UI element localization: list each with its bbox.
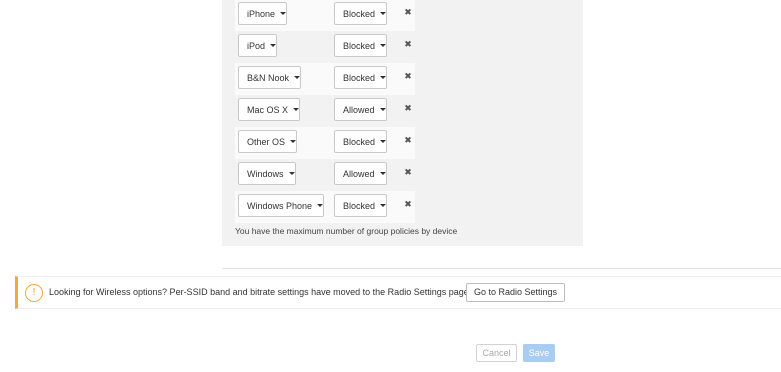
close-icon[interactable]: ✖ bbox=[403, 199, 413, 211]
policy-row: B&N Nook Blocked ✖ bbox=[235, 63, 415, 95]
wireless-options-notice: ! Looking for Wireless options? Per-SSID… bbox=[15, 276, 781, 309]
caret-down-icon bbox=[379, 108, 386, 111]
save-button[interactable]: Save bbox=[523, 344, 555, 362]
policy-label: Blocked bbox=[343, 200, 376, 211]
close-icon[interactable]: ✖ bbox=[403, 135, 413, 147]
close-icon[interactable]: ✖ bbox=[403, 39, 413, 51]
caret-down-icon bbox=[270, 44, 277, 47]
policy-dropdown[interactable]: Blocked bbox=[334, 2, 388, 25]
policy-row: Mac OS X Allowed ✖ bbox=[235, 95, 415, 127]
policy-dropdown[interactable]: Blocked bbox=[334, 66, 388, 89]
device-dropdown[interactable]: B&N Nook bbox=[238, 66, 302, 89]
policy-dropdown[interactable]: Allowed bbox=[334, 98, 387, 121]
device-label: Windows bbox=[247, 168, 284, 179]
policy-dropdown[interactable]: Blocked bbox=[334, 34, 388, 57]
caret-down-icon bbox=[317, 204, 324, 207]
device-label: Mac OS X bbox=[247, 104, 289, 115]
policy-label: Blocked bbox=[343, 8, 376, 19]
policy-dropdown[interactable]: Blocked bbox=[334, 130, 388, 153]
policy-row: iPhone Blocked ✖ bbox=[235, 0, 415, 31]
close-icon[interactable]: ✖ bbox=[403, 71, 413, 83]
policy-dropdown[interactable]: Blocked bbox=[334, 194, 388, 217]
policy-row: Windows Allowed ✖ bbox=[235, 159, 415, 191]
device-dropdown[interactable]: Mac OS X bbox=[238, 98, 301, 121]
go-to-radio-settings-button[interactable]: Go to Radio Settings bbox=[466, 283, 566, 302]
caret-down-icon bbox=[380, 12, 387, 15]
caret-down-icon bbox=[380, 76, 387, 79]
device-label: Other OS bbox=[247, 136, 286, 147]
close-icon[interactable]: ✖ bbox=[403, 7, 413, 19]
caret-down-icon bbox=[380, 204, 387, 207]
policy-label: Allowed bbox=[343, 104, 375, 115]
policy-label: Blocked bbox=[343, 72, 376, 83]
group-policies-panel: iPhone Blocked ✖ iPod Blocked ✖ B&N Nook… bbox=[222, 0, 583, 246]
policy-row: iPod Blocked ✖ bbox=[235, 31, 415, 63]
policy-label: Allowed bbox=[343, 168, 375, 179]
device-dropdown[interactable]: Other OS bbox=[238, 130, 298, 153]
policy-row: Other OS Blocked ✖ bbox=[235, 127, 415, 159]
caret-down-icon bbox=[290, 140, 297, 143]
caret-down-icon bbox=[380, 44, 387, 47]
close-icon[interactable]: ✖ bbox=[403, 167, 413, 179]
section-divider bbox=[222, 268, 781, 269]
device-dropdown[interactable]: iPhone bbox=[238, 2, 288, 25]
policy-dropdown[interactable]: Allowed bbox=[334, 162, 387, 185]
device-dropdown[interactable]: Windows Phone bbox=[238, 194, 325, 217]
device-label: Windows Phone bbox=[247, 200, 313, 211]
cancel-button[interactable]: Cancel bbox=[476, 344, 517, 362]
max-policies-note: You have the maximum number of group pol… bbox=[235, 226, 458, 236]
device-dropdown[interactable]: iPod bbox=[238, 34, 278, 57]
device-label: B&N Nook bbox=[247, 72, 290, 83]
caret-down-icon bbox=[288, 172, 295, 175]
warning-icon: ! bbox=[25, 284, 43, 302]
caret-down-icon bbox=[280, 12, 287, 15]
caret-down-icon bbox=[293, 108, 300, 111]
caret-down-icon bbox=[379, 172, 386, 175]
device-dropdown[interactable]: Windows bbox=[238, 162, 296, 185]
caret-down-icon bbox=[294, 76, 301, 79]
notice-text: Looking for Wireless options? Per-SSID b… bbox=[49, 287, 472, 297]
caret-down-icon bbox=[380, 140, 387, 143]
device-label: iPod bbox=[247, 40, 266, 51]
policy-label: Blocked bbox=[343, 40, 376, 51]
device-label: iPhone bbox=[247, 8, 276, 19]
policy-row: Windows Phone Blocked ✖ bbox=[235, 191, 415, 223]
close-icon[interactable]: ✖ bbox=[403, 103, 413, 115]
policy-label: Blocked bbox=[343, 136, 376, 147]
